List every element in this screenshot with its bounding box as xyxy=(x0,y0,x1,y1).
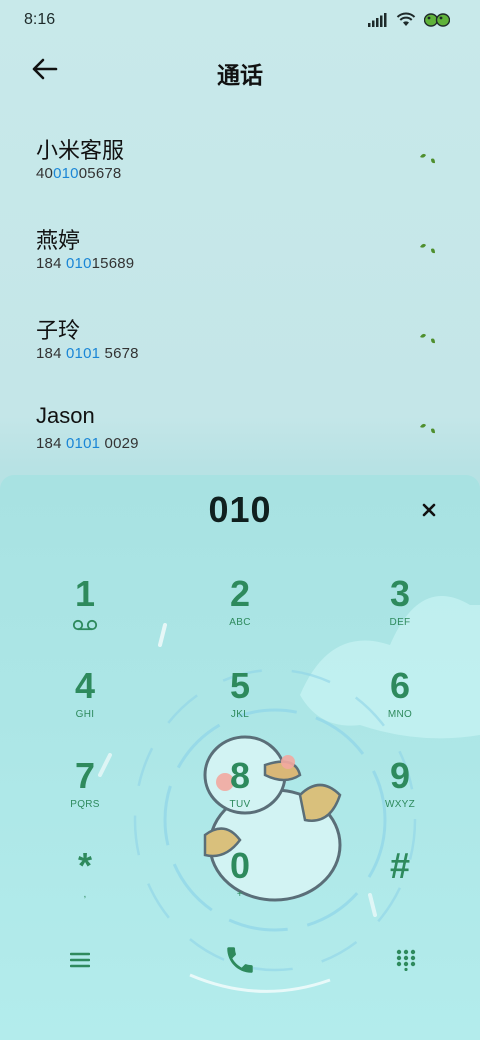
status-time: 8:16 xyxy=(24,11,56,28)
page-title: 通话 xyxy=(217,62,263,88)
menu-button[interactable] xyxy=(55,935,105,985)
call-leaf-icon[interactable] xyxy=(418,421,440,441)
clear-button[interactable] xyxy=(416,497,442,523)
key-8[interactable]: 8 TUV xyxy=(180,757,300,829)
call-leaf-icon[interactable] xyxy=(418,331,440,351)
contact-name: 子玲 xyxy=(36,318,81,343)
dialpad-bottom-bar xyxy=(0,935,480,995)
contact-number: 184 01015689 xyxy=(36,255,135,272)
menu-icon xyxy=(70,952,90,968)
wifi-icon xyxy=(396,12,416,26)
contact-name: 燕婷 xyxy=(36,228,81,253)
voicemail-icon xyxy=(72,619,98,631)
dialpad-panel: 010 1 2 ABC 3 DEF 4 GHI 5 JKL 6 MNO 7 PQ… xyxy=(0,475,480,1040)
contact-number: 184 0101 0029 xyxy=(36,435,139,452)
contact-number: 4001005678 xyxy=(36,165,122,182)
contact-list: 小米客服 4001005678 燕婷 184 01015689 子玲 184 0… xyxy=(0,118,480,478)
key-4[interactable]: 4 GHI xyxy=(25,667,145,739)
battery-icon xyxy=(424,12,450,27)
header: 通话 xyxy=(0,40,480,100)
keypad-toggle-button[interactable] xyxy=(381,935,431,985)
key-6[interactable]: 6 MNO xyxy=(340,667,460,739)
key-9[interactable]: 9 WXYZ xyxy=(340,757,460,829)
key-0[interactable]: 0 + xyxy=(180,847,300,919)
call-leaf-icon[interactable] xyxy=(418,241,440,261)
status-bar: 8:16 xyxy=(0,0,480,40)
key-3[interactable]: 3 DEF xyxy=(340,575,460,647)
contact-number: 184 0101 5678 xyxy=(36,345,139,362)
key-5[interactable]: 5 JKL xyxy=(180,667,300,739)
signal-icon xyxy=(368,12,387,27)
key-1[interactable]: 1 xyxy=(25,575,145,647)
call-button[interactable] xyxy=(215,935,265,985)
contact-item[interactable]: 子玲 184 0101 5678 xyxy=(0,298,480,388)
keypad-toggle-icon xyxy=(396,949,416,971)
call-leaf-icon[interactable] xyxy=(418,151,440,171)
phone-call-icon xyxy=(227,947,253,973)
contact-name: 小米客服 xyxy=(36,138,125,163)
contact-item[interactable]: Jason 184 0101 0029 xyxy=(0,388,480,478)
key-7[interactable]: 7 PQRS xyxy=(25,757,145,829)
status-icons xyxy=(368,12,450,27)
key-hash[interactable]: # xyxy=(340,847,460,919)
contact-item[interactable]: 小米客服 4001005678 xyxy=(0,118,480,208)
key-2[interactable]: 2 ABC xyxy=(180,575,300,647)
contact-item[interactable]: 燕婷 184 01015689 xyxy=(0,208,480,298)
contact-name: Jason xyxy=(36,403,95,428)
close-icon xyxy=(422,503,436,517)
key-star[interactable]: * , xyxy=(25,847,145,919)
dial-number-display: 010 xyxy=(208,489,272,530)
